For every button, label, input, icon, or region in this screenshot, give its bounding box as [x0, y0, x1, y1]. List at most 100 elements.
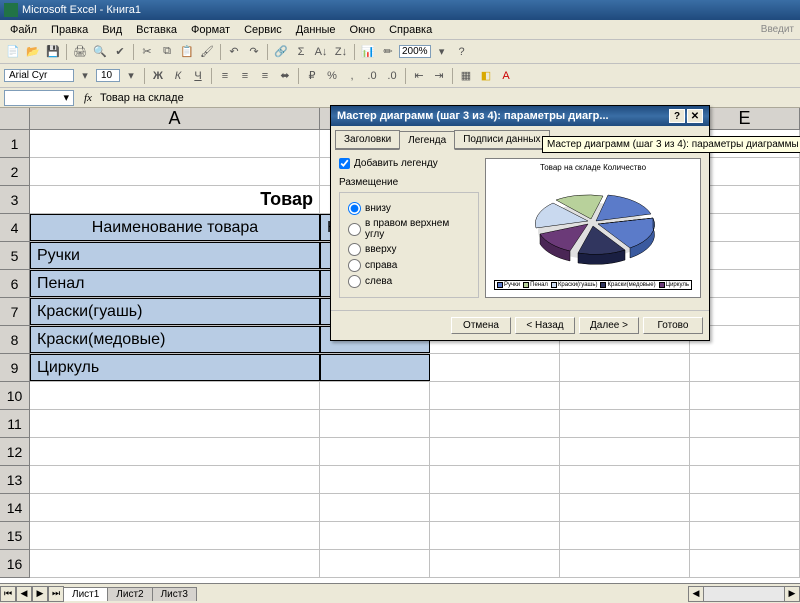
sum-icon[interactable]: Σ — [292, 43, 310, 61]
cell[interactable] — [430, 382, 560, 409]
align-left-icon[interactable]: ≡ — [216, 67, 234, 85]
tab-nav-next-icon[interactable]: ▶ — [32, 586, 48, 602]
radio-bottom[interactable] — [348, 202, 361, 215]
cell[interactable] — [560, 466, 690, 493]
row-header[interactable]: 6 — [0, 270, 30, 298]
tab-nav-first-icon[interactable]: ⏮ — [0, 586, 16, 602]
cell[interactable] — [320, 438, 430, 465]
font-name-box[interactable]: Arial Cyr — [4, 69, 74, 82]
cell[interactable]: Краски(гуашь) — [30, 298, 320, 325]
menu-edit[interactable]: Правка — [45, 22, 94, 38]
cell[interactable] — [690, 410, 800, 437]
font-size-box[interactable]: 10 — [96, 69, 120, 82]
align-center-icon[interactable]: ≡ — [236, 67, 254, 85]
sort-asc-icon[interactable]: A↓ — [312, 43, 330, 61]
cell[interactable] — [30, 522, 320, 549]
finish-button[interactable]: Готово — [643, 317, 703, 334]
drawing-icon[interactable]: ✏ — [379, 43, 397, 61]
cell[interactable] — [690, 522, 800, 549]
new-icon[interactable]: 📄 — [4, 43, 22, 61]
open-icon[interactable]: 📂 — [24, 43, 42, 61]
radio-topright[interactable] — [348, 223, 361, 236]
spell-icon[interactable]: ✔ — [111, 43, 129, 61]
cell[interactable] — [430, 522, 560, 549]
cell[interactable] — [430, 410, 560, 437]
row-header[interactable]: 10 — [0, 382, 30, 410]
sheet-tab[interactable]: Лист3 — [152, 587, 197, 601]
cell[interactable] — [430, 438, 560, 465]
cell[interactable] — [430, 466, 560, 493]
cell[interactable]: Наименование товара — [30, 214, 320, 241]
menu-help[interactable]: Справка — [383, 22, 438, 38]
bold-icon[interactable]: Ж — [149, 67, 167, 85]
size-dropdown-icon[interactable]: ▾ — [122, 67, 140, 85]
row-header[interactable]: 11 — [0, 410, 30, 438]
decrease-decimal-icon[interactable]: .0 — [383, 67, 401, 85]
dialog-titlebar[interactable]: Мастер диаграмм (шаг 3 из 4): параметры … — [331, 106, 709, 126]
cell[interactable] — [30, 130, 320, 157]
borders-icon[interactable]: ▦ — [457, 67, 475, 85]
fill-color-icon[interactable]: ◧ — [477, 67, 495, 85]
tab-nav-prev-icon[interactable]: ◀ — [16, 586, 32, 602]
chart-icon[interactable]: 📊 — [359, 43, 377, 61]
cell[interactable] — [30, 494, 320, 521]
row-header[interactable]: 9 — [0, 354, 30, 382]
print-preview-icon[interactable]: 🔍 — [91, 43, 109, 61]
cell[interactable] — [320, 522, 430, 549]
cell[interactable] — [320, 550, 430, 577]
print-icon[interactable]: 🖨 — [71, 43, 89, 61]
sort-desc-icon[interactable]: Z↓ — [332, 43, 350, 61]
cell[interactable] — [560, 494, 690, 521]
row-header[interactable]: 15 — [0, 522, 30, 550]
cell[interactable] — [560, 382, 690, 409]
cell[interactable]: Ручки — [30, 242, 320, 269]
cell[interactable] — [30, 550, 320, 577]
italic-icon[interactable]: К — [169, 67, 187, 85]
paste-icon[interactable]: 📋 — [178, 43, 196, 61]
copy-icon[interactable]: ⧉ — [158, 43, 176, 61]
cell[interactable] — [560, 354, 690, 381]
menu-data[interactable]: Данные — [290, 22, 342, 38]
radio-right[interactable] — [348, 259, 361, 272]
back-button[interactable]: < Назад — [515, 317, 575, 334]
cell[interactable] — [690, 382, 800, 409]
add-legend-checkbox[interactable] — [339, 158, 350, 169]
row-header[interactable]: 16 — [0, 550, 30, 578]
next-button[interactable]: Далее > — [579, 317, 639, 334]
row-header[interactable]: 4 — [0, 214, 30, 242]
cell[interactable]: Пенал — [30, 270, 320, 297]
help-icon[interactable]: ? — [453, 43, 471, 61]
font-dropdown-icon[interactable]: ▾ — [76, 67, 94, 85]
cell[interactable] — [560, 550, 690, 577]
cell[interactable]: Краски(медовые) — [30, 326, 320, 353]
sheet-tab[interactable]: Лист1 — [63, 587, 108, 601]
name-box[interactable]: ▾ — [4, 90, 74, 106]
sheet-tab[interactable]: Лист2 — [107, 587, 152, 601]
menu-format[interactable]: Формат — [185, 22, 236, 38]
cell[interactable]: Товар — [30, 186, 320, 213]
font-color-icon[interactable]: A — [497, 67, 515, 85]
formula-value[interactable]: Товар на складе — [96, 92, 796, 104]
radio-left[interactable] — [348, 275, 361, 288]
increase-decimal-icon[interactable]: .0 — [363, 67, 381, 85]
cut-icon[interactable]: ✂ — [138, 43, 156, 61]
tab-legend[interactable]: Легенда — [399, 131, 455, 150]
menu-view[interactable]: Вид — [96, 22, 128, 38]
format-painter-icon[interactable]: 🖌 — [198, 43, 216, 61]
align-right-icon[interactable]: ≡ — [256, 67, 274, 85]
cell[interactable] — [320, 382, 430, 409]
row-header[interactable]: 13 — [0, 466, 30, 494]
cell[interactable] — [30, 466, 320, 493]
menu-file[interactable]: Файл — [4, 22, 43, 38]
cell[interactable] — [560, 410, 690, 437]
row-header[interactable]: 12 — [0, 438, 30, 466]
tab-titles[interactable]: Заголовки — [335, 130, 400, 149]
save-icon[interactable]: 💾 — [44, 43, 62, 61]
tab-datalabels[interactable]: Подписи данных — [454, 130, 549, 149]
cell[interactable] — [30, 438, 320, 465]
row-header[interactable]: 2 — [0, 158, 30, 186]
cancel-button[interactable]: Отмена — [451, 317, 511, 334]
redo-icon[interactable]: ↷ — [245, 43, 263, 61]
zoom-box[interactable]: 200% — [399, 45, 431, 58]
cell[interactable] — [430, 354, 560, 381]
